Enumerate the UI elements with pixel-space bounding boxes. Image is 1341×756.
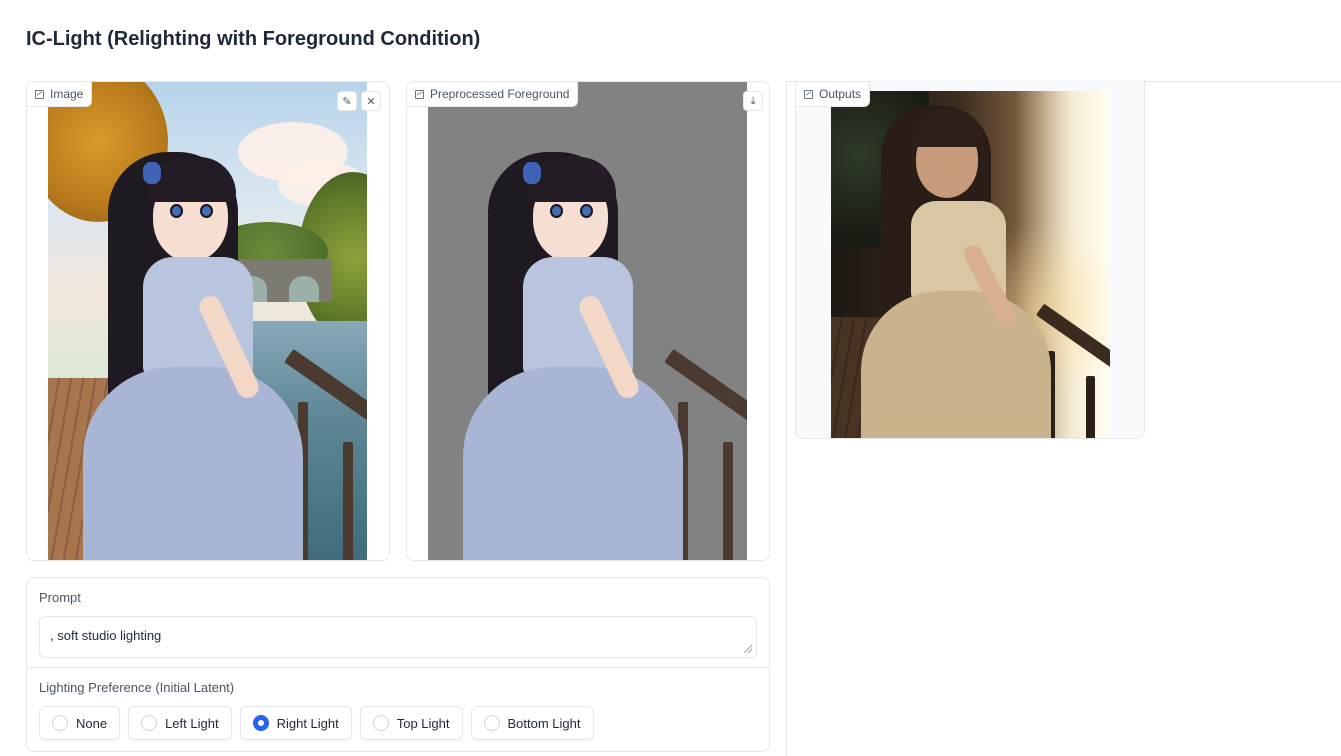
lighting-option-bottom-light[interactable]: Bottom Light [470,706,594,740]
input-image [48,82,367,560]
radio-unchecked-icon[interactable] [141,715,158,731]
preprocessed-label-text: Preprocessed Foreground [430,87,570,101]
radio-unchecked-icon[interactable] [372,715,389,731]
page-title: IC-Light (Relighting with Foreground Con… [26,28,481,50]
radio-checked-icon[interactable] [252,715,269,731]
resize-grip-icon[interactable] [744,645,752,653]
image-label-text: Image [50,87,84,101]
outputs-label-text: Outputs [819,87,862,101]
lighting-option-none[interactable]: None [39,706,121,740]
edit-icon: ✎ [342,95,352,108]
outputs-panel-label: Outputs [796,81,871,107]
download-button[interactable]: ⤓ [743,91,763,111]
lighting-option-top-light[interactable]: Top Light [359,706,463,740]
outputs-panel: Outputs [795,81,1145,439]
lighting-option-label: Top Light [396,715,450,731]
preprocessed-panel-label: Preprocessed Foreground [407,82,579,107]
preprocessed-foreground-panel: Preprocessed Foreground ⤓ [406,81,770,561]
radio-unchecked-icon[interactable] [483,715,500,731]
lighting-option-right-light[interactable]: Right Light [239,706,352,740]
prompt-section: Prompt , soft studio lighting [26,577,770,668]
lighting-option-label: None [76,715,108,731]
edit-button[interactable]: ✎ [337,91,357,111]
prompt-value: , soft studio lighting [50,628,162,643]
lighting-label: Lighting Preference (Initial Latent) [39,680,235,695]
image-icon [35,89,44,99]
close-icon: ✕ [366,95,376,108]
output-image[interactable] [831,91,1110,438]
image-icon [415,89,424,99]
image-input-panel[interactable]: Image ✎ ✕ [26,81,390,561]
lighting-option-label: Right Light [276,715,339,731]
prompt-label: Prompt [39,590,81,605]
lighting-option-left-light[interactable]: Left Light [128,706,232,740]
clear-button[interactable]: ✕ [361,91,381,111]
image-icon [804,89,813,99]
lighting-radio-group: None Left Light Right Light Top Light Bo… [39,706,594,740]
lighting-option-label: Bottom Light [507,715,581,731]
image-panel-label: Image [27,82,93,107]
download-icon: ⤓ [750,94,756,107]
prompt-textarea[interactable]: , soft studio lighting [39,616,757,658]
preprocessed-image [428,82,747,560]
lighting-section: Lighting Preference (Initial Latent) Non… [26,667,770,752]
radio-unchecked-icon[interactable] [52,715,68,731]
lighting-option-label: Left Light [165,715,219,731]
column-divider [786,81,787,756]
